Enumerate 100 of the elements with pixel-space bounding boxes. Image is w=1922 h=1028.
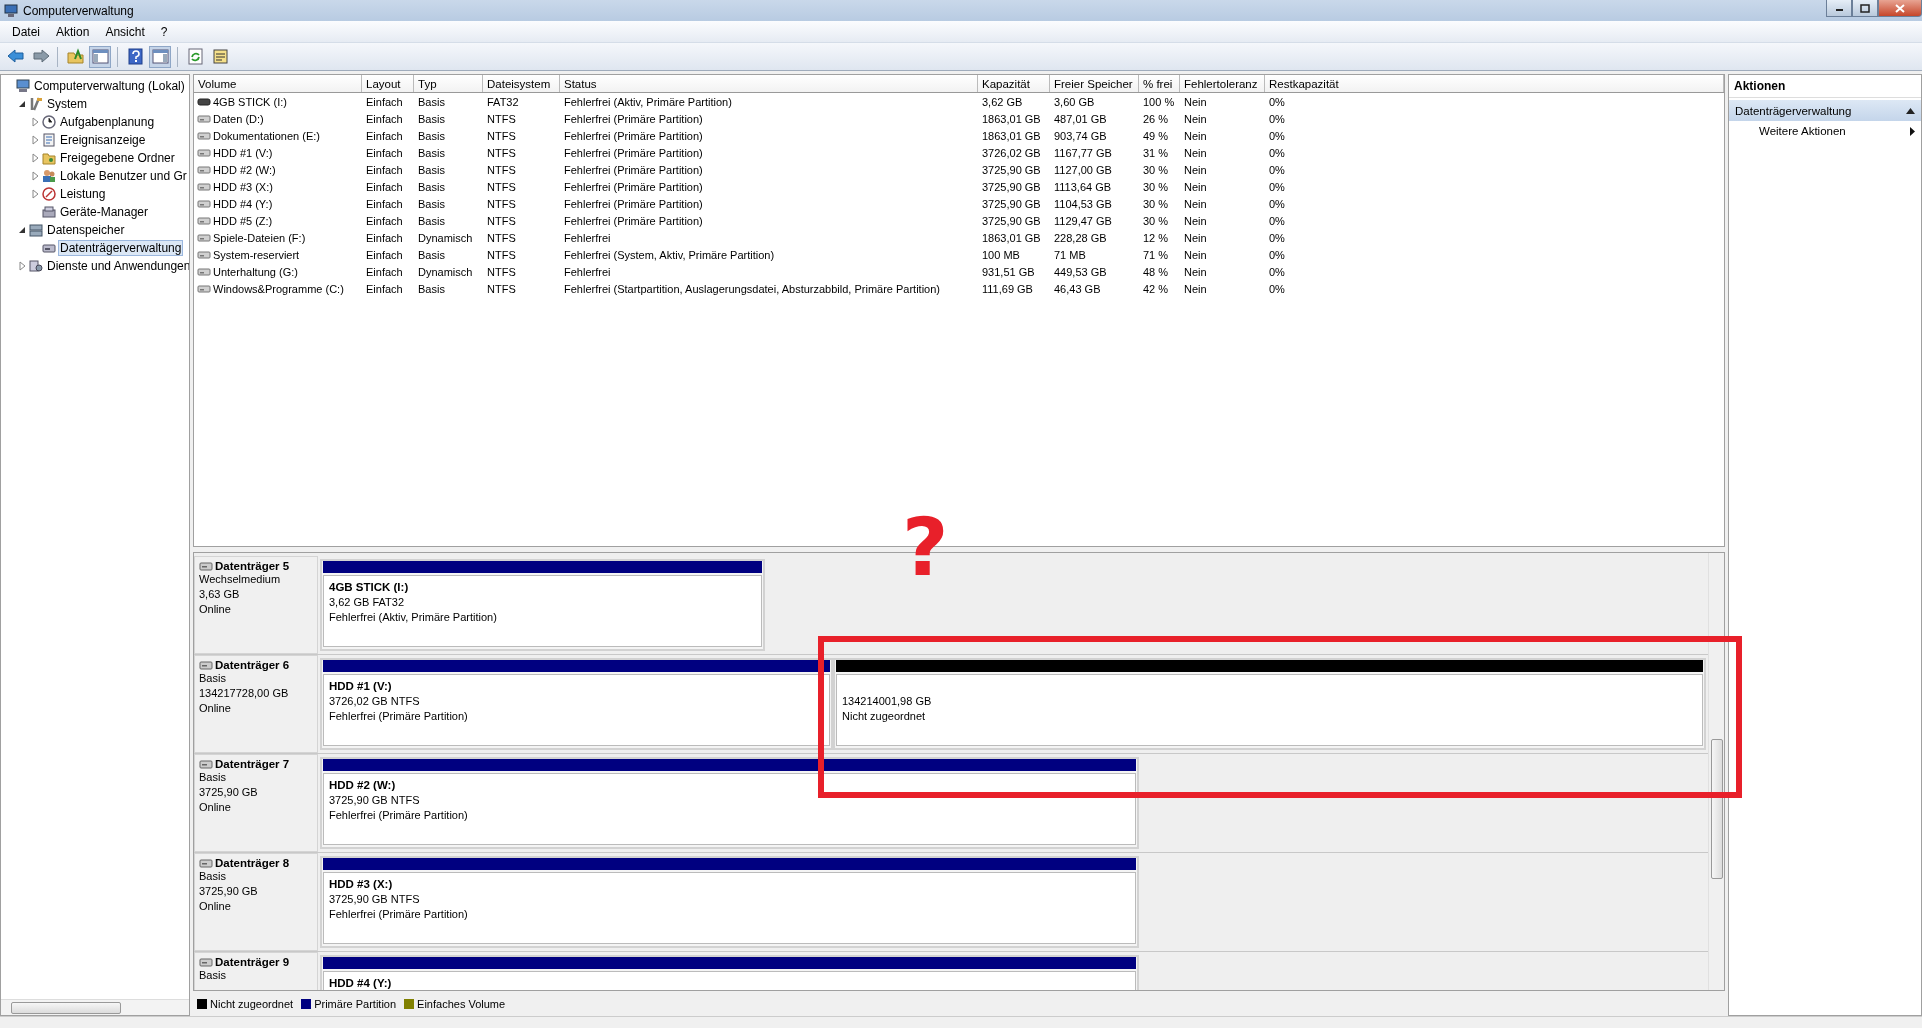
action-item[interactable]: Weitere Aktionen	[1729, 121, 1921, 141]
volume-name[interactable]: Windows&Programme (C:)	[213, 282, 344, 295]
column-header[interactable]: Status	[560, 75, 978, 92]
partition-block[interactable]: HDD #1 (V:) 3726,02 GB NTFS Fehlerfrei (Primäre Partition)	[320, 658, 833, 751]
tree-item[interactable]: Leistung	[59, 187, 107, 201]
action-section-header[interactable]: Datenträgerverwaltung	[1729, 100, 1921, 121]
table-cell-text: NTFS	[486, 214, 517, 227]
column-header[interactable]: Fehlertoleranz	[1180, 75, 1265, 92]
table-cell-text: Fehlerfrei (Primäre Partition)	[563, 112, 704, 125]
tree-item[interactable]: Dienste und Anwendungen	[46, 259, 189, 273]
menu-item[interactable]: Ansicht	[97, 24, 153, 39]
submenu-arrow-icon	[1910, 126, 1915, 136]
table-cell-text: 0%	[1268, 95, 1286, 108]
disk-label-panel[interactable]: Datenträger 9 Basis	[194, 952, 318, 991]
legend-label: Nicht zugeordnet	[210, 997, 294, 1010]
tree-item[interactable]: Geräte-Manager	[59, 205, 150, 219]
volume-name[interactable]: HDD #1 (V:)	[213, 146, 273, 159]
column-header[interactable]: Layout	[362, 75, 414, 92]
toolbar-button[interactable]	[89, 45, 111, 68]
expanded-arrow-icon[interactable]	[17, 225, 27, 235]
column-header[interactable]: Typ	[414, 75, 483, 92]
column-header[interactable]: Volume	[194, 75, 362, 92]
unallocated-block[interactable]: 134214001,98 GB Nicht zugeordnet	[833, 658, 1706, 751]
table-cell-text: NTFS	[486, 197, 517, 210]
disk-info: Online	[199, 602, 232, 618]
tree-item[interactable]: Computerverwaltung (Lokal)	[33, 79, 186, 93]
volume-name[interactable]: HDD #2 (W:)	[213, 163, 276, 176]
tree-item[interactable]: Freigegebene Ordner	[59, 151, 176, 165]
table-cell-text: Fehlerfrei	[563, 231, 612, 244]
column-header[interactable]: % frei	[1139, 75, 1180, 92]
partition-info: Fehlerfrei (Primäre Partition)	[329, 907, 469, 923]
table-cell-text: 0%	[1268, 265, 1286, 278]
table-cell-text: 903,74 GB	[1053, 129, 1108, 142]
tree-item[interactable]: Aufgabenplanung	[59, 115, 156, 129]
table-cell-text: Nein	[1183, 197, 1208, 210]
tree-item[interactable]: Ereignisanzeige	[59, 133, 147, 147]
collapsed-arrow-icon[interactable]	[30, 117, 40, 127]
vertical-scrollbar[interactable]	[1708, 553, 1724, 991]
expanded-arrow-icon[interactable]	[17, 99, 27, 109]
volume-name[interactable]: 4GB STICK (I:)	[213, 95, 287, 108]
horizontal-scrollbar[interactable]	[1, 999, 189, 1015]
menu-item[interactable]: Datei	[4, 24, 48, 39]
collapsed-arrow-icon[interactable]	[30, 171, 40, 181]
legend-label: Primäre Partition	[314, 997, 397, 1010]
table-cell-text: Nein	[1183, 265, 1208, 278]
partition-block[interactable]: HDD #4 (Y:)	[320, 955, 1139, 991]
menu-item[interactable]: Aktion	[48, 24, 98, 39]
table-cell-text: Fehlerfrei (System, Aktiv, Primäre Partition)	[563, 248, 776, 261]
table-cell-text: 3725,90 GB	[981, 180, 1042, 193]
table-cell-text: 30 %	[1142, 214, 1170, 227]
disk-label-panel[interactable]: Datenträger 7 Basis 3725,90 GB Online	[194, 754, 318, 853]
close-button[interactable]	[1878, 0, 1922, 17]
forward-icon	[30, 47, 50, 66]
minimize-button[interactable]	[1826, 0, 1852, 17]
column-header[interactable]: Restkapazität	[1265, 75, 1724, 92]
disk-label-panel[interactable]: Datenträger 8 Basis 3725,90 GB Online	[194, 853, 318, 952]
disk-label-panel[interactable]: Datenträger 6 Basis 134217728,00 GB Online	[194, 655, 318, 754]
table-cell-text: Einfach	[365, 146, 404, 159]
table-cell-text: Basis	[417, 282, 446, 295]
volume-name[interactable]: Daten (D:)	[213, 112, 264, 125]
tree-item[interactable]: System	[46, 97, 88, 111]
disk-info: 3725,90 GB	[199, 884, 259, 900]
partition-block[interactable]: HDD #2 (W:) 3725,90 GB NTFS Fehlerfrei (Primäre Partition)	[320, 757, 1139, 850]
table-cell-text: Fehlerfrei (Primäre Partition)	[563, 180, 704, 193]
volume-name[interactable]: Dokumentationen (E:)	[213, 129, 320, 142]
disk-name: Datenträger 9	[215, 956, 290, 969]
volume-name[interactable]: HDD #4 (Y:)	[213, 197, 273, 210]
volume-name[interactable]: Unterhaltung (G:)	[213, 265, 298, 278]
partition-block[interactable]: HDD #3 (X:) 3725,90 GB NTFS Fehlerfrei (Primäre Partition)	[320, 856, 1139, 949]
disk-info: Wechselmedium	[199, 572, 282, 588]
menu-item[interactable]: ?	[152, 24, 176, 39]
collapsed-arrow-icon[interactable]	[17, 261, 27, 271]
column-header[interactable]: Dateisystem	[483, 75, 560, 92]
tree-item[interactable]: Lokale Benutzer und Gr	[59, 169, 188, 183]
partition-block[interactable]: 4GB STICK (I:) 3,62 GB FAT32 Fehlerfrei (Aktiv, Primäre Partition)	[320, 559, 765, 652]
properties-icon	[210, 47, 230, 66]
disk-info: Online	[199, 701, 232, 717]
tree-item[interactable]: Datenspeicher	[46, 223, 126, 237]
disk-info: Online	[199, 899, 232, 915]
table-cell-text: Fehlerfrei (Primäre Partition)	[563, 214, 704, 227]
volume-name[interactable]: HDD #5 (Z:)	[213, 214, 273, 227]
volume-name[interactable]: System-reserviert	[213, 248, 300, 261]
tree-item[interactable]: Datenträgerverwaltung	[59, 241, 183, 255]
disk-info: Online	[199, 800, 232, 816]
table-cell-text: NTFS	[486, 231, 517, 244]
maximize-button[interactable]	[1852, 0, 1878, 17]
column-header[interactable]: Freier Speicher	[1050, 75, 1139, 92]
table-cell-text: 12 %	[1142, 231, 1170, 244]
column-header[interactable]: Kapazität	[978, 75, 1050, 92]
volume-name[interactable]: HDD #3 (X:)	[213, 180, 273, 193]
table-cell-text: Basis	[417, 214, 446, 227]
table-cell-text: Fehlerfrei (Aktiv, Primäre Partition)	[563, 95, 733, 108]
collapsed-arrow-icon[interactable]	[30, 153, 40, 163]
volume-name[interactable]: Spiele-Dateien (F:)	[213, 231, 306, 244]
toolbar-button[interactable]	[149, 45, 171, 68]
collapsed-arrow-icon[interactable]	[30, 189, 40, 199]
table-cell-text: 0%	[1268, 180, 1286, 193]
collapsed-arrow-icon[interactable]	[30, 135, 40, 145]
disk-name: Datenträger 5	[215, 560, 290, 573]
disk-label-panel[interactable]: Datenträger 5 Wechselmedium 3,63 GB Online	[194, 556, 318, 655]
